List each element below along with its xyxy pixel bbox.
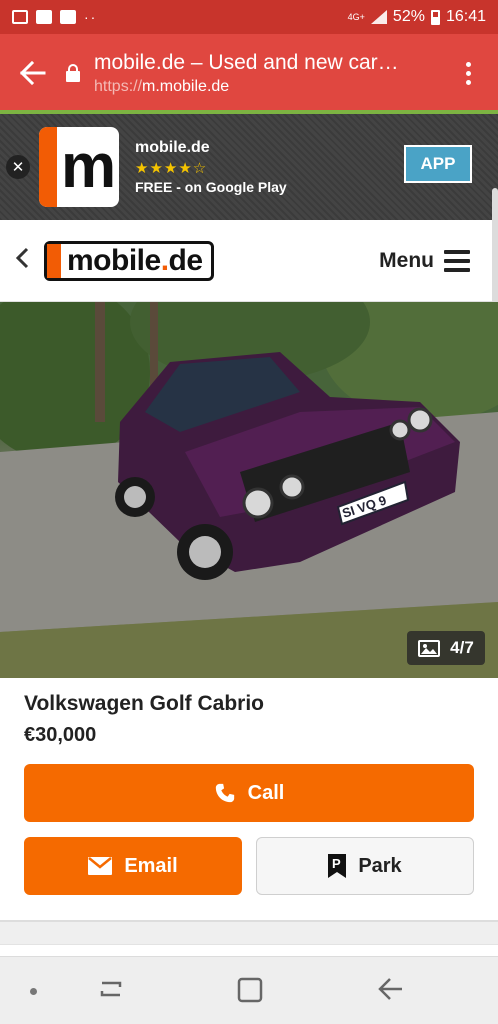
park-button[interactable]: P Park bbox=[256, 837, 474, 895]
gallery-notification-icon bbox=[12, 10, 28, 24]
app-install-banner: ✕ m mobile.de ★★★★☆ FREE - on Google Pla… bbox=[0, 114, 498, 220]
tv-app-notification-icon bbox=[36, 10, 52, 24]
address-bar[interactable]: mobile.de – Used and new car… https://m.… bbox=[94, 51, 438, 96]
status-bar: ·· 4G+ 52% 16:41 bbox=[0, 0, 498, 34]
more-notifications-indicator: ·· bbox=[84, 9, 98, 25]
browser-back-button[interactable] bbox=[0, 34, 66, 112]
listing-card: Volkswagen Golf Cabrio €30,000 Call Emai… bbox=[0, 678, 498, 922]
network-type: 4G+ bbox=[347, 11, 365, 22]
install-app-button[interactable]: APP bbox=[404, 145, 472, 183]
back-icon[interactable] bbox=[376, 975, 404, 1005]
site-back-button[interactable] bbox=[14, 244, 36, 278]
chevron-left-icon bbox=[15, 247, 29, 268]
app-rating: ★★★★☆ bbox=[135, 160, 208, 177]
email-button[interactable]: Email bbox=[24, 837, 242, 895]
svg-text:P: P bbox=[332, 856, 341, 871]
url-scheme: https:// bbox=[94, 77, 143, 95]
back-arrow-icon bbox=[20, 61, 46, 85]
app-subtitle: FREE - on Google Play bbox=[135, 179, 287, 195]
email-label: Email bbox=[124, 854, 178, 877]
call-button[interactable]: Call bbox=[24, 764, 474, 822]
battery-percent: 52% bbox=[392, 8, 425, 25]
system-navigation-bar bbox=[0, 956, 498, 1024]
listing-price: €30,000 bbox=[24, 724, 97, 746]
lock-icon bbox=[66, 64, 80, 82]
page-url: https://m.mobile.de bbox=[94, 78, 438, 96]
image-icon bbox=[418, 639, 441, 657]
parking-icon: P bbox=[328, 854, 347, 878]
nav-dot-indicator bbox=[30, 988, 37, 995]
browser-toolbar: mobile.de – Used and new car… https://m.… bbox=[0, 34, 498, 112]
listing-title: Volkswagen Golf Cabrio bbox=[24, 692, 264, 715]
app-logo: m bbox=[39, 127, 119, 207]
recent-apps-icon[interactable] bbox=[98, 975, 124, 1005]
site-logo[interactable]: mobile.de bbox=[44, 240, 214, 281]
page-title: mobile.de – Used and new car… bbox=[94, 50, 399, 74]
clock: 16:41 bbox=[445, 8, 486, 25]
car-image: SI VQ 9 bbox=[0, 302, 498, 678]
home-icon[interactable] bbox=[236, 975, 264, 1005]
url-host: m.mobile.de bbox=[142, 77, 230, 95]
photo-counter[interactable]: 4/7 bbox=[407, 631, 485, 665]
close-banner-button[interactable]: ✕ bbox=[6, 155, 30, 179]
photo-counter-text: 4/7 bbox=[450, 638, 474, 657]
battery-icon bbox=[430, 9, 440, 25]
car-photo[interactable]: SI VQ 9 4/7 bbox=[0, 302, 498, 678]
phone-icon bbox=[215, 783, 234, 803]
site-header: mobile.de Menu bbox=[0, 220, 492, 302]
hamburger-icon bbox=[444, 249, 470, 272]
park-label: Park bbox=[358, 854, 402, 877]
signal-icon bbox=[370, 10, 387, 24]
menu-button[interactable]: Menu bbox=[379, 249, 470, 273]
browser-menu-button[interactable] bbox=[438, 61, 498, 85]
next-section-edge bbox=[0, 944, 498, 956]
facebook-notification-icon bbox=[60, 10, 76, 24]
menu-label: Menu bbox=[379, 248, 434, 272]
call-label: Call bbox=[247, 781, 285, 804]
envelope-icon bbox=[88, 857, 113, 875]
close-icon: ✕ bbox=[11, 159, 25, 176]
app-name: mobile.de bbox=[135, 139, 210, 156]
